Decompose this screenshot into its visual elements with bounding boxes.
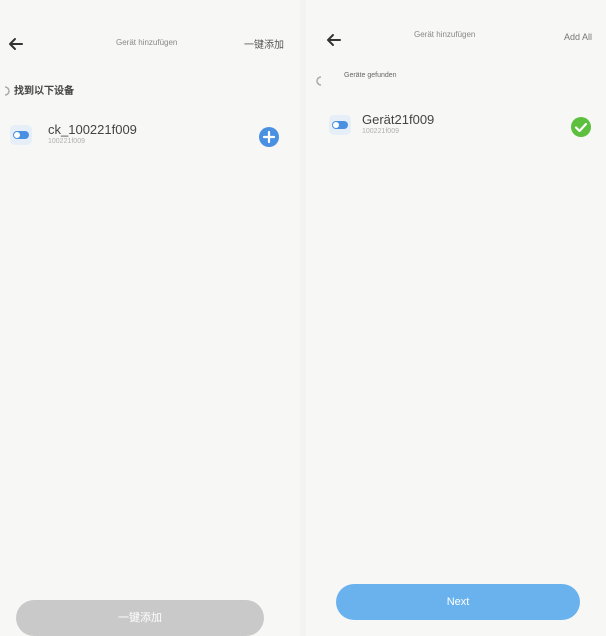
add-all-link-left[interactable]: 一键添加 [244,36,284,51]
add-all-link-right[interactable]: Add All [564,32,592,42]
screen-right: Gerät hinzufügen Add All Geräte gefunden… [306,0,606,636]
device-row-left: ck_100221f009 100221f009 [0,118,300,158]
smart-switch-icon [328,114,352,136]
device-row-right: Gerät21f009 100221f009 [306,108,606,148]
arrow-left-icon[interactable] [324,30,344,50]
device-id-left: 100221f009 [48,138,85,145]
header-left: Gerät hinzufügen 一键添加 [0,22,300,66]
page-title-left: Gerät hinzufügen [116,38,178,47]
loading-spinner-icon [316,73,326,86]
next-button[interactable]: Next [336,584,580,620]
header-right: Gerät hinzufügen Add All [306,22,606,66]
found-devices-label-right: Geräte gefunden [344,72,397,79]
found-devices-label-left: 找到以下设备 [14,86,74,97]
check-circle-icon [570,116,592,138]
device-name-right: Gerät21f009 [362,112,435,127]
screens-container: Gerät hinzufügen 一键添加 找到以下设备 ck_100221f0… [0,0,606,636]
screen-left: Gerät hinzufügen 一键添加 找到以下设备 ck_100221f0… [0,0,300,636]
device-id-right: 100221f009 [362,128,399,135]
arrow-left-icon[interactable] [6,34,26,54]
smart-switch-icon [9,124,33,146]
add-all-button-left[interactable]: 一键添加 [16,600,264,636]
device-name-left: ck_100221f009 [48,122,137,137]
plus-circle-icon[interactable] [258,126,280,148]
page-title-right: Gerät hinzufügen [414,30,476,39]
loading-spinner-icon [0,83,10,96]
